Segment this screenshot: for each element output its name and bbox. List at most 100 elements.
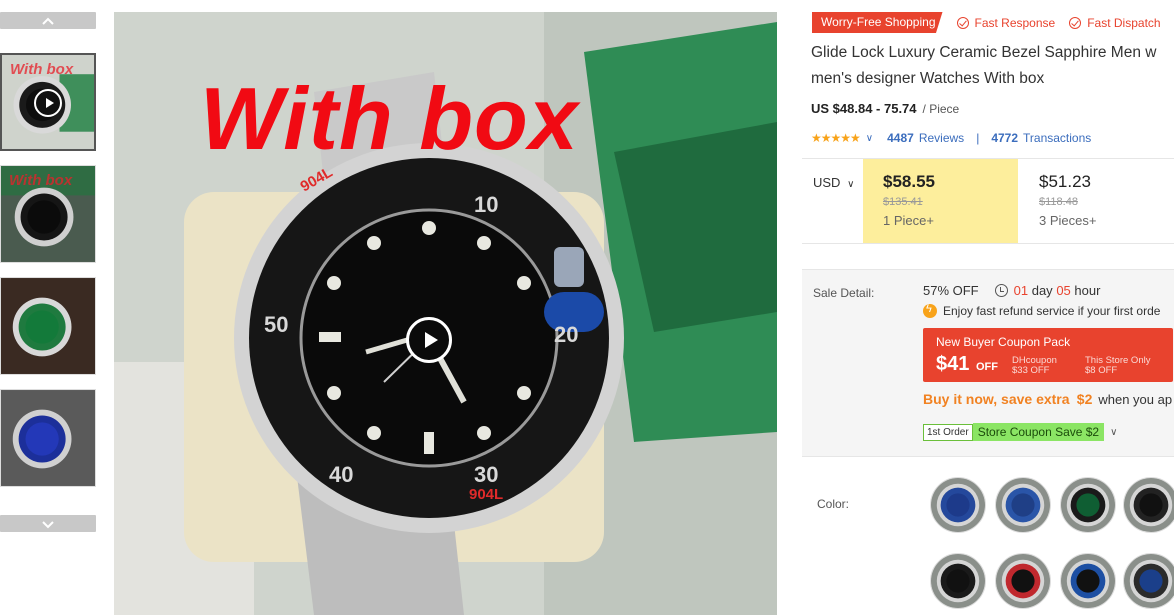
product-info-panel: Worry-Free Shopping Fast Response Fast D…	[802, 0, 1174, 615]
fast-response-label: Fast Response	[974, 15, 1056, 30]
price-tiers: USD ∨ $58.55 $135.41 1 Piece+ $51.23 $11…	[802, 158, 1174, 244]
coupon-title: New Buyer Coupon Pack	[936, 335, 1071, 349]
price-tier-1[interactable]: $58.55 $135.41 1 Piece+	[863, 159, 1018, 243]
color-swatch[interactable]	[930, 553, 986, 609]
currency-label: USD	[813, 175, 841, 190]
check-circle-icon	[1069, 16, 1082, 29]
refund-text: Enjoy fast refund service if your first …	[943, 304, 1161, 318]
dhcoupon-detail: DHcoupon $33 OFF	[1012, 356, 1057, 376]
rating-dropdown-icon[interactable]: ∨	[866, 133, 873, 144]
color-swatch[interactable]	[1123, 477, 1174, 533]
price-unit: / Piece	[922, 102, 960, 116]
fast-dispatch-badge: Fast Dispatch	[1069, 15, 1161, 30]
coupon-off-label: OFF	[976, 361, 998, 373]
product-title: Glide Lock Luxury Ceramic Bezel Sapphire…	[811, 44, 1157, 87]
main-overlay-text: With box	[200, 69, 579, 168]
color-swatch[interactable]	[1123, 553, 1174, 609]
swatch-watch-image	[931, 554, 985, 608]
chevron-down-icon	[42, 520, 54, 528]
tier-original-price: $135.41	[883, 196, 923, 208]
swatch-watch-image	[996, 554, 1050, 608]
clock-icon	[994, 284, 1008, 297]
rating-row: ★★★★★ ∨ 4487 Reviews | 4772 Transactions	[811, 131, 1091, 145]
thumbnail-3[interactable]	[0, 277, 96, 375]
first-order-tag: 1st Order	[923, 423, 973, 441]
thumbnail-overlay-text: With box	[10, 61, 74, 78]
service-badges: Worry-Free Shopping Fast Response Fast D…	[812, 12, 1161, 33]
chevron-down-icon[interactable]: ∨	[1110, 427, 1117, 438]
check-circle-icon	[956, 16, 969, 29]
swatch-watch-image	[1124, 478, 1174, 532]
tier-price: $58.55	[883, 172, 935, 191]
buy-now-amount: $2	[1076, 391, 1093, 407]
color-swatch[interactable]	[1060, 553, 1116, 609]
thumbnail-video[interactable]: With box	[0, 53, 96, 151]
swatch-watch-image	[1124, 554, 1174, 608]
fast-dispatch-label: Fast Dispatch	[1087, 15, 1161, 30]
countdown-hours: 05	[1056, 283, 1071, 298]
price-range-value: US $48.84 - 75.74	[811, 101, 917, 116]
svg-text:20: 20	[554, 322, 578, 347]
price-range: US $48.84 - 75.74 / Piece	[811, 101, 959, 116]
store-only-value: $8 OFF	[1085, 365, 1118, 376]
chevron-down-icon: ∨	[847, 179, 855, 190]
transactions-count[interactable]: 4772	[991, 131, 1018, 145]
thumbnails-up-button[interactable]	[0, 12, 96, 29]
color-swatch[interactable]	[1060, 477, 1116, 533]
main-product-image[interactable]: 50 20 40 30 10 904L 904L With box	[114, 12, 777, 615]
sale-detail-label: Sale Detail:	[813, 286, 875, 300]
countdown-days: 01	[1013, 283, 1029, 298]
thumbnails-down-button[interactable]	[0, 515, 96, 532]
rating-separator: |	[976, 131, 980, 145]
thumbnail-overlay-text: With box	[9, 172, 73, 189]
swatch-watch-image	[1061, 554, 1115, 608]
swatch-watch-image	[931, 478, 985, 532]
svg-text:10: 10	[474, 192, 498, 217]
store-coupon-detail: This Store Only $8 OFF	[1085, 356, 1150, 376]
transactions-link[interactable]: Transactions	[1023, 131, 1091, 145]
buy-now-rest: when you ap	[1098, 392, 1173, 407]
coupon-amount: $41	[936, 353, 970, 375]
buy-now-promo: Buy it now, save extra $2 when you ap	[923, 391, 1172, 407]
product-page: With box With box 50 20 40 30 10 904L 90…	[0, 0, 1174, 615]
buy-now-text: Buy it now, save extra	[923, 391, 1070, 407]
sale-detail-section: Sale Detail: 57% OFF 01 day 05 hour Enjo…	[802, 269, 1174, 457]
star-rating-icon: ★★★★★	[811, 131, 861, 145]
countdown-hours-label: hour	[1074, 283, 1101, 298]
new-buyer-coupon[interactable]: New Buyer Coupon Pack $41 OFF DHcoupon $3…	[923, 328, 1173, 382]
play-icon[interactable]	[406, 317, 452, 363]
tier-quantity: 3 Pieces+	[1039, 213, 1097, 228]
worry-free-badge[interactable]: Worry-Free Shopping	[812, 12, 943, 33]
currency-selector[interactable]: USD ∨	[813, 175, 854, 190]
swatch-watch-image	[996, 478, 1050, 532]
swatch-watch-image	[1061, 478, 1115, 532]
svg-text:40: 40	[329, 462, 353, 487]
sale-countdown: 57% OFF 01 day 05 hour	[923, 283, 1100, 298]
refund-notice: Enjoy fast refund service if your first …	[923, 303, 1161, 318]
lightning-icon	[923, 303, 937, 318]
play-icon	[34, 89, 62, 117]
thumbnail-4[interactable]	[0, 389, 96, 487]
fast-response-badge: Fast Response	[956, 15, 1056, 30]
svg-text:50: 50	[264, 312, 288, 337]
thumbnail-watch-image	[1, 278, 95, 374]
color-swatch[interactable]	[995, 477, 1051, 533]
svg-text:904L: 904L	[469, 486, 503, 503]
tier-quantity: 1 Piece+	[883, 213, 934, 228]
discount-percent: 57% OFF	[923, 283, 979, 298]
price-tier-2[interactable]: $51.23 $118.48 3 Pieces+	[1019, 159, 1174, 243]
store-coupon-tag: Store Coupon Save $2	[972, 423, 1105, 441]
reviews-link[interactable]: Reviews	[919, 131, 964, 145]
tier-original-price: $118.48	[1039, 196, 1078, 208]
countdown-days-label: day	[1031, 283, 1053, 298]
store-coupon-row[interactable]: 1st Order Store Coupon Save $2 ∨	[923, 423, 1117, 441]
color-swatch[interactable]	[995, 553, 1051, 609]
reviews-count[interactable]: 4487	[887, 131, 914, 145]
color-label: Color:	[817, 497, 850, 511]
svg-text:30: 30	[474, 462, 498, 487]
chevron-up-icon	[42, 17, 54, 25]
dhcoupon-value: $33 OFF	[1012, 365, 1050, 376]
thumbnail-watch-image	[1, 390, 95, 486]
color-swatch[interactable]	[930, 477, 986, 533]
thumbnail-2[interactable]: With box	[0, 165, 96, 263]
